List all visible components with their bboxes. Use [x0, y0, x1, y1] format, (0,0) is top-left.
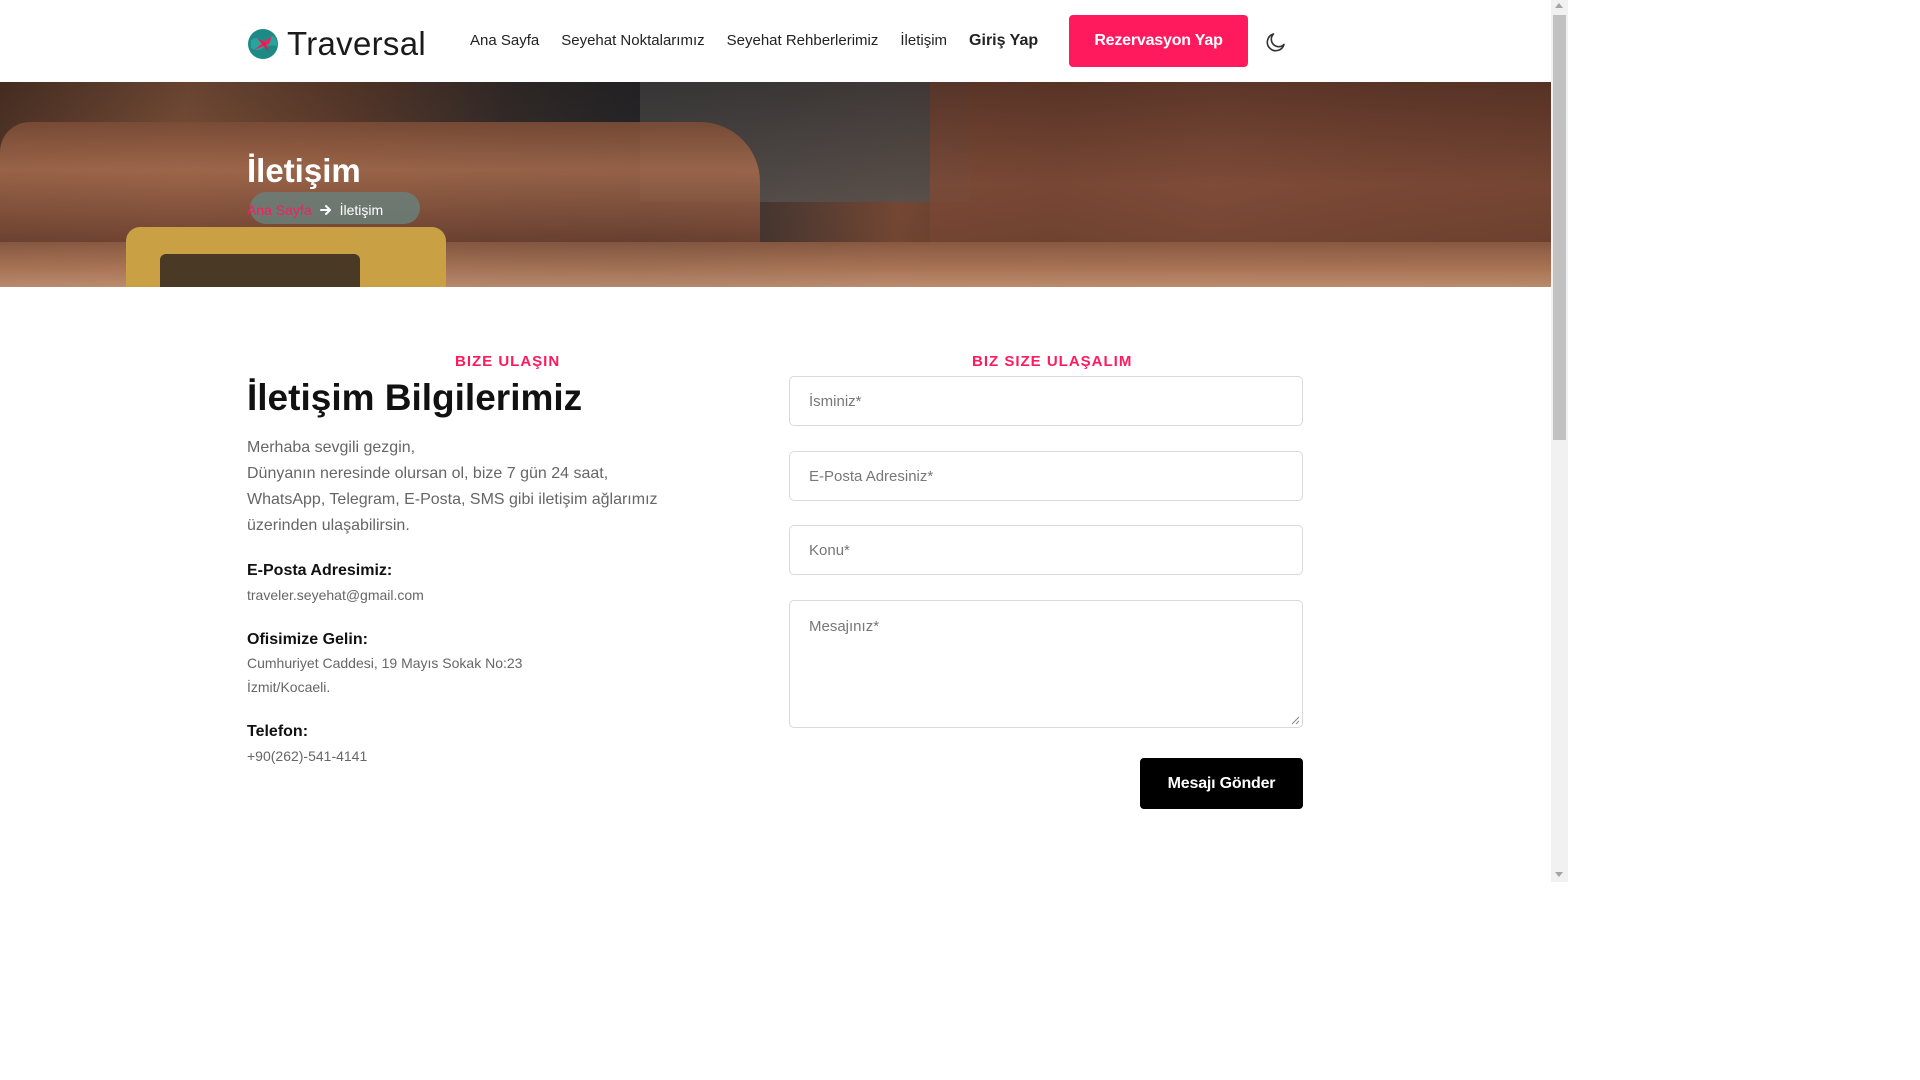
intro-line: Dünyanın neresinde olursan ol, bize 7 gü…	[247, 465, 609, 482]
nav-home[interactable]: Ana Sayfa	[470, 32, 539, 50]
moon-icon[interactable]	[1264, 30, 1288, 54]
name-input[interactable]: İsminiz*	[789, 376, 1303, 426]
office-address-line: Cumhuriyet Caddesi, 19 Mayıs Sokak No:23	[247, 655, 523, 671]
contact-intro: Merhaba sevgili gezgin, Dünyanın neresin…	[247, 435, 677, 539]
nav-destinations[interactable]: Seyehat Noktalarımız	[561, 32, 704, 50]
hero-rock-left	[0, 122, 760, 242]
name-placeholder: İsminiz*	[809, 392, 862, 410]
send-message-button[interactable]: Mesajı Gönder	[1140, 758, 1303, 809]
office-label: Ofisimize Gelin:	[247, 631, 368, 648]
nav-login[interactable]: Giriş Yap	[969, 32, 1038, 50]
office-address-line: İzmit/Kocaeli.	[247, 679, 331, 695]
form-eyebrow: BIZ SIZE ULAŞALIM	[972, 353, 1133, 370]
logo[interactable]: Traversal	[247, 26, 426, 62]
arrow-right-icon	[319, 205, 331, 215]
contact-title: İletişim Bilgilerimiz	[247, 377, 583, 418]
scroll-down-icon[interactable]	[1555, 872, 1563, 877]
site-header: Traversal Ana Sayfa Seyehat Noktalarımız…	[0, 0, 1551, 82]
email-input[interactable]: E-Posta Adresiniz*	[789, 451, 1303, 501]
scroll-thumb[interactable]	[1553, 15, 1566, 440]
breadcrumb-home[interactable]: Ana Sayfa	[247, 202, 312, 218]
resize-handle-icon[interactable]	[1291, 716, 1300, 725]
email-value[interactable]: traveler.seyehat@gmail.com	[247, 583, 424, 607]
email-placeholder: E-Posta Adresiniz*	[809, 467, 934, 485]
main-nav: Ana Sayfa Seyehat Noktalarımız Seyehat R…	[470, 32, 1060, 50]
hero-van-window	[160, 254, 360, 287]
contact-eyebrow: BIZE ULAŞIN	[455, 353, 561, 370]
breadcrumb-current: İletişim	[339, 202, 384, 218]
message-textarea[interactable]: Mesajınız*	[789, 600, 1303, 728]
nav-guides[interactable]: Seyehat Rehberlerimiz	[727, 32, 879, 50]
intro-line: WhatsApp, Telegram, E-Posta, SMS gibi il…	[247, 491, 658, 508]
breadcrumb: Ana Sayfa İletişim	[247, 202, 383, 218]
intro-line: Merhaba sevgili gezgin,	[247, 439, 416, 456]
subject-placeholder: Konu*	[809, 541, 850, 559]
scroll-up-icon[interactable]	[1555, 3, 1563, 8]
page-scrollbar[interactable]	[1551, 0, 1568, 882]
reserve-button[interactable]: Rezervasyon Yap	[1069, 15, 1248, 67]
globe-logo-icon	[248, 29, 278, 59]
subject-input[interactable]: Konu*	[789, 525, 1303, 575]
page-title: İletişim	[247, 152, 361, 189]
phone-label: Telefon:	[247, 723, 309, 740]
intro-line: üzerinden ulaşabilirsin.	[247, 517, 410, 534]
hero-banner	[0, 82, 1551, 287]
nav-contact[interactable]: İletişim	[900, 32, 947, 50]
email-label: E-Posta Adresimiz:	[247, 562, 393, 579]
brand-name: Traversal	[287, 25, 427, 62]
message-placeholder: Mesajınız*	[809, 618, 880, 635]
phone-value[interactable]: +90(262)-541-4141	[247, 744, 367, 768]
